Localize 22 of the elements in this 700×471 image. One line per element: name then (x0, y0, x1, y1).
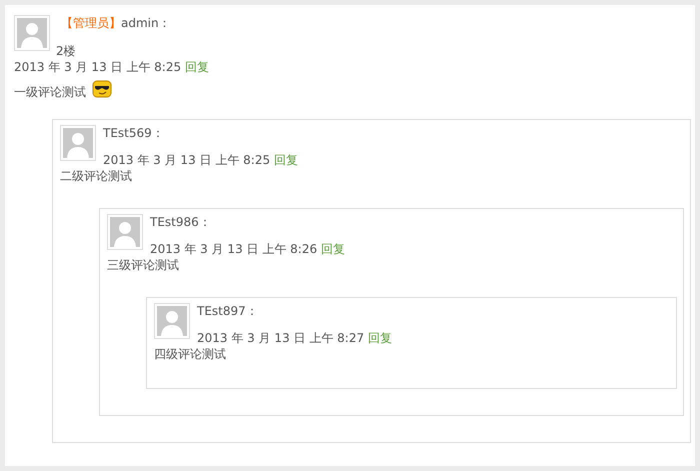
avatar-icon (14, 15, 50, 51)
comment-text: 二级评论测试 (60, 168, 133, 184)
comment-date: 2013 年 3 月 13 日 上午 8:27 (197, 331, 364, 345)
reply-link[interactable]: 回复 (274, 153, 298, 167)
author-name: admin： (121, 16, 171, 30)
reply-link[interactable]: 回复 (184, 60, 209, 74)
author-name: TEst569： (103, 125, 165, 141)
comment-text: 一级评论测试 (14, 84, 86, 100)
comment-date: 2013 年 3 月 13 日 上午 8:25 (14, 60, 182, 74)
comment-text: 四级评论测试 (154, 346, 227, 362)
author-name: TEst897： (197, 303, 259, 319)
author-name: TEst986： (150, 214, 212, 230)
avatar-icon (60, 125, 96, 161)
avatar-icon (154, 303, 190, 339)
comment-text: 三级评论测试 (107, 257, 180, 273)
avatar-icon (107, 214, 143, 250)
comment-date: 2013 年 3 月 13 日 上午 8:25 (103, 153, 270, 167)
role-label: 【管理员】 (61, 16, 121, 30)
reply-link[interactable]: 回复 (320, 242, 345, 256)
comment-date: 2013 年 3 月 13 日 上午 8:26 (150, 242, 318, 256)
reply-link[interactable]: 回复 (368, 331, 392, 345)
floor-number: 2楼 (56, 43, 77, 59)
